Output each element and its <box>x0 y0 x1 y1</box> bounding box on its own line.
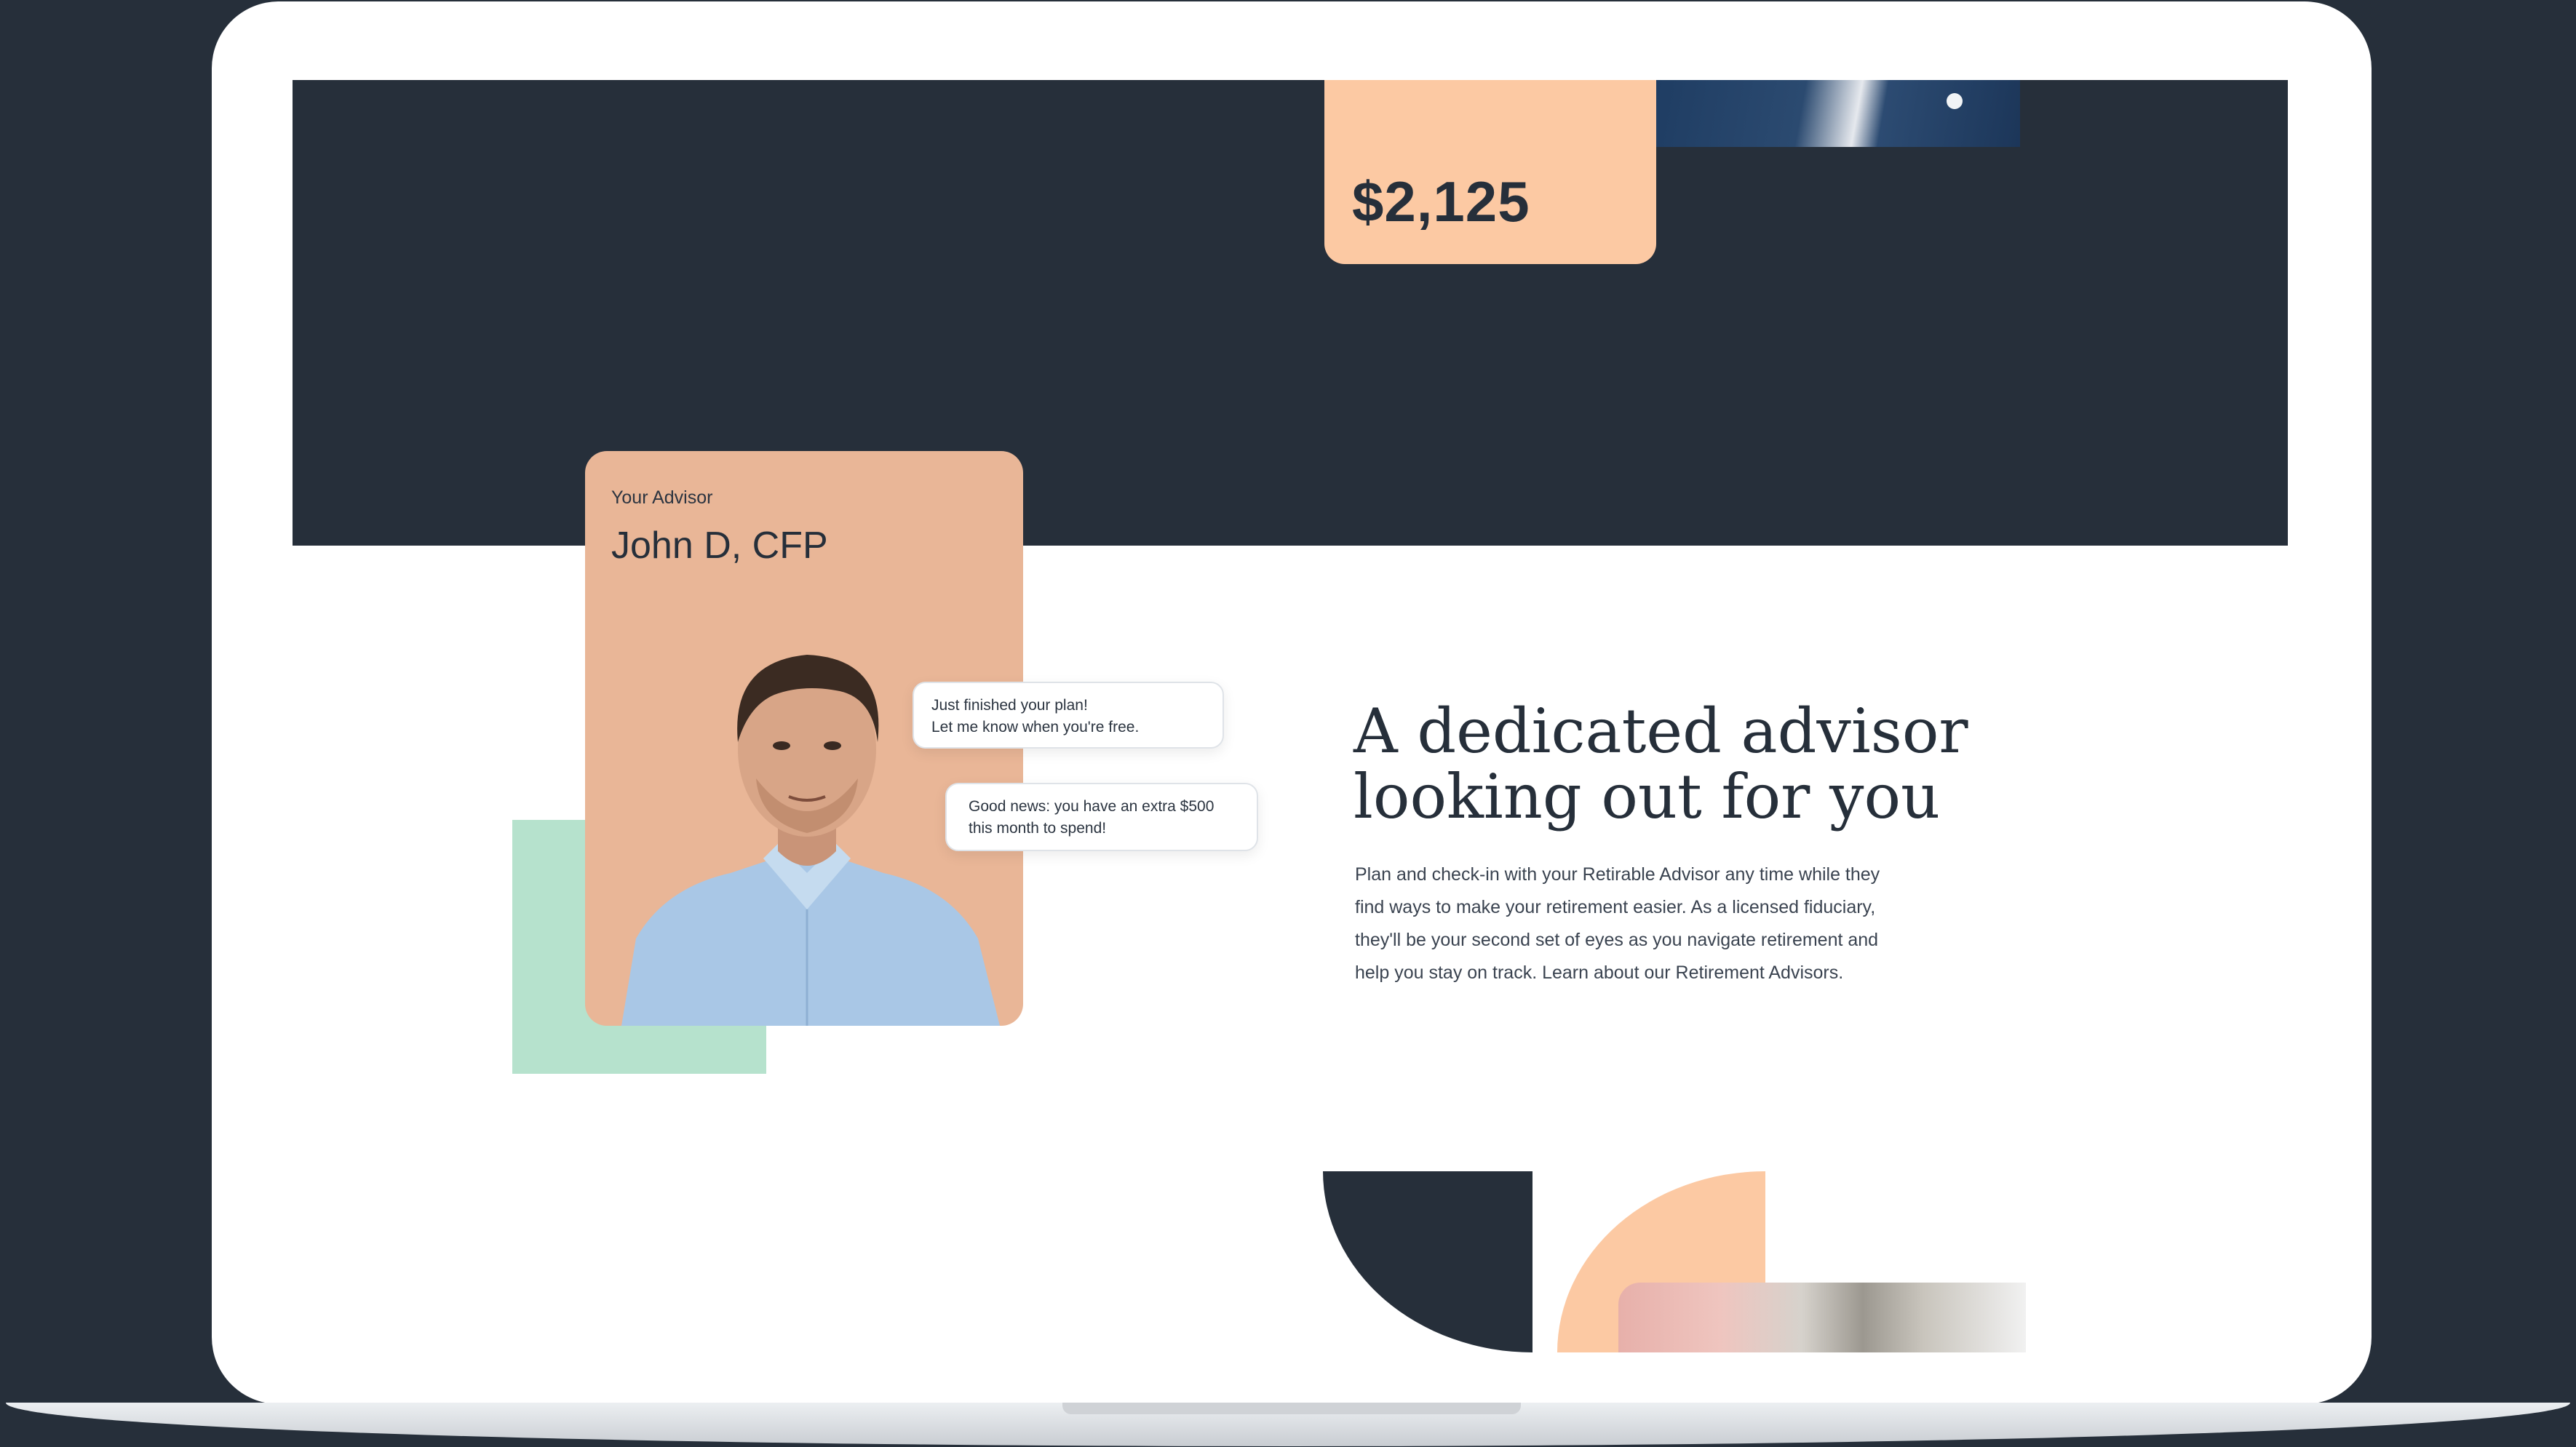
chat-bubble-line: Just finished your plan! <box>931 697 1088 714</box>
advisor-name: John D, CFP <box>611 525 828 567</box>
feature-body-text: Plan and check-in with your Retirable Ad… <box>1355 864 1880 983</box>
advisor-label: Your Advisor <box>611 487 713 508</box>
navy-quarter-circle-shape <box>1323 1171 1533 1352</box>
laptop-notch <box>1062 1403 1521 1414</box>
chat-bubble-line: Good news: you have an extra $500 <box>969 798 1215 815</box>
chat-bubble-plan-finished: Just finished your plan! Let me know whe… <box>913 682 1224 749</box>
headline-line-1: A dedicated advisor <box>1353 695 1968 767</box>
retiree-photo-partial <box>1618 1283 2026 1352</box>
price-amount: $2,125 <box>1352 170 1530 234</box>
jacket-photo <box>1656 80 2020 147</box>
chat-bubble-good-news: Good news: you have an extra $500 this m… <box>945 783 1258 851</box>
laptop-screen: $2,125 Your Advisor John D, CFP Just fin… <box>293 80 2288 1352</box>
feature-headline: A dedicated advisor looking out for you <box>1353 698 2081 829</box>
headline-line-2: looking out for you <box>1353 761 1941 832</box>
jacket-button-detail <box>1947 93 1963 109</box>
chat-bubble-line: this month to spend! <box>969 820 1107 837</box>
chat-bubble-line: Let me know when you're free. <box>931 719 1140 736</box>
